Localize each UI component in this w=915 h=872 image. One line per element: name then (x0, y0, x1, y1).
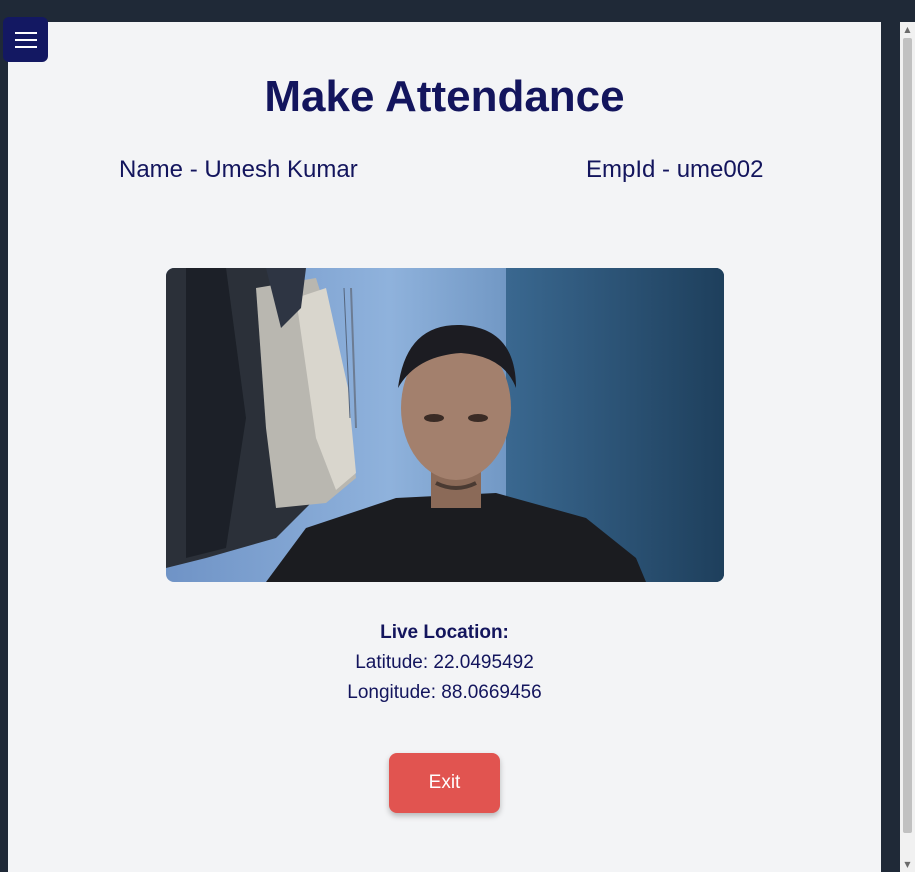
latitude-text: Latitude: 22.0495492 (355, 652, 534, 673)
scroll-down-arrow-icon[interactable]: ▼ (900, 857, 915, 872)
webcam-image (166, 268, 724, 582)
scroll-thumb[interactable] (903, 38, 912, 833)
window-left-edge (0, 22, 8, 872)
vertical-scrollbar[interactable]: ▲ ▼ (900, 22, 915, 872)
window-top-bar (0, 0, 915, 22)
location-heading: Live Location: (380, 622, 509, 643)
webcam-feed (166, 268, 724, 582)
employee-id: EmpId - ume002 (586, 156, 764, 183)
scroll-up-arrow-icon[interactable]: ▲ (900, 22, 915, 37)
page-title: Make Attendance (264, 72, 625, 121)
live-location-panel: Live Location: Latitude: 22.0495492 Long… (8, 618, 881, 708)
longitude-text: Longitude: 88.0669456 (347, 682, 542, 703)
exit-button[interactable]: Exit (389, 753, 500, 813)
employee-name: Name - Umesh Kumar (119, 156, 358, 183)
menu-button[interactable] (3, 17, 48, 62)
hamburger-menu-icon (14, 31, 37, 48)
